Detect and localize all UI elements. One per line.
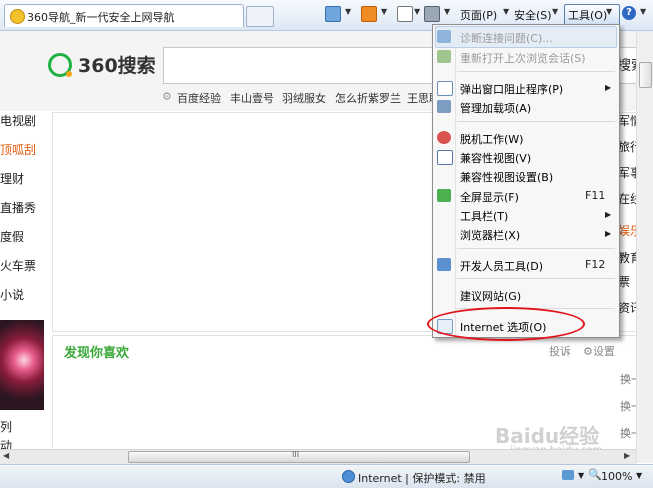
globe-icon bbox=[342, 470, 355, 483]
menu-separator bbox=[457, 71, 615, 72]
left-nav-item[interactable]: 直播秀 bbox=[0, 199, 36, 216]
logo-text: 360搜索 bbox=[78, 55, 156, 77]
page-dropdown-icon[interactable]: ▼ bbox=[503, 7, 509, 16]
dev-tools-icon bbox=[437, 258, 451, 271]
fullscreen-icon bbox=[437, 189, 451, 202]
submenu-arrow-icon: ▶ bbox=[605, 229, 612, 238]
menu-item-suggested-sites[interactable]: 建议网站(G) bbox=[460, 288, 521, 304]
feeds-icon[interactable] bbox=[361, 6, 377, 22]
menu-item-fullscreen[interactable]: 全屏显示(F) bbox=[460, 189, 519, 205]
safety-menu-button[interactable]: 安全(S) bbox=[514, 7, 552, 23]
gear-icon: ⚙ bbox=[162, 90, 172, 103]
mail-icon[interactable] bbox=[397, 6, 413, 22]
shortcut-f11: F11 bbox=[585, 189, 606, 202]
tools-dropdown-icon: ▼ bbox=[606, 7, 613, 16]
site-favicon-icon bbox=[10, 9, 25, 24]
popup-blocker-icon bbox=[437, 81, 453, 96]
quick-link[interactable]: 羽绒服女 bbox=[282, 90, 326, 106]
menu-item-compat-view[interactable]: 兼容性视图(V) bbox=[460, 150, 531, 166]
protected-mode-icon[interactable] bbox=[562, 470, 574, 480]
left-nav-item[interactable]: 顶呱刮 bbox=[0, 141, 36, 158]
discover-title: 发现你喜欢 bbox=[64, 346, 130, 361]
menu-item-toolbars[interactable]: 工具栏(T) bbox=[460, 208, 508, 224]
home-icon[interactable] bbox=[325, 6, 341, 22]
offline-icon bbox=[437, 131, 451, 144]
promo-image[interactable] bbox=[0, 320, 44, 410]
menu-item-work-offline[interactable]: 脱机工作(W) bbox=[460, 131, 523, 147]
left-nav-item[interactable]: 火车票 bbox=[0, 257, 36, 274]
left-nav-item[interactable]: 理财 bbox=[0, 170, 24, 187]
status-bar bbox=[0, 464, 653, 488]
new-tab-button[interactable] bbox=[246, 6, 274, 27]
feeds-dropdown-icon[interactable]: ▼ bbox=[381, 7, 387, 16]
left-nav-item[interactable]: 列 bbox=[0, 418, 12, 435]
menu-separator bbox=[457, 248, 615, 249]
menu-item-diagnose[interactable]: 诊断连接问题(C)... bbox=[460, 30, 553, 46]
left-nav-item[interactable]: 度假 bbox=[0, 228, 24, 245]
menu-item-explorer-bars[interactable]: 浏览器栏(X) bbox=[460, 227, 520, 243]
quick-link[interactable]: 怎么折紫罗兰 bbox=[335, 90, 401, 106]
tools-menu-label: 工具(O) bbox=[568, 9, 608, 22]
menu-item-popup-blocker[interactable]: 弹出窗口阻止程序(P) bbox=[460, 81, 563, 97]
menu-item-reopen-session[interactable]: 重新打开上次浏览会话(S) bbox=[460, 50, 586, 66]
menu-separator bbox=[457, 278, 615, 279]
network-diagnose-icon bbox=[437, 30, 451, 43]
left-nav-item[interactable]: 小说 bbox=[0, 286, 24, 303]
help-dropdown-icon[interactable]: ▼ bbox=[640, 7, 646, 16]
zoom-dropdown-icon[interactable]: ▼ bbox=[636, 471, 642, 480]
vertical-scroll-thumb[interactable] bbox=[639, 62, 652, 88]
zoom-level[interactable]: 100% bbox=[601, 470, 632, 483]
menu-item-dev-tools[interactable]: 开发人员工具(D) bbox=[460, 258, 543, 274]
logo-icon bbox=[48, 53, 72, 77]
security-zone[interactable]: Internet | 保护模式: 禁用 bbox=[358, 470, 486, 486]
settings-label: 设置 bbox=[592, 345, 615, 358]
tab-title: 360导航_新一代安全上网导航 bbox=[27, 11, 175, 24]
quick-link[interactable]: 丰山壹号 bbox=[230, 90, 274, 106]
scroll-left-icon[interactable]: ◀ bbox=[3, 451, 9, 460]
home-dropdown-icon[interactable]: ▼ bbox=[345, 7, 351, 16]
left-nav-item[interactable]: 电视剧 bbox=[0, 112, 36, 129]
scroll-right-icon[interactable]: ▶ bbox=[624, 451, 630, 460]
print-icon[interactable] bbox=[424, 6, 440, 22]
addons-icon bbox=[437, 100, 451, 113]
mail-dropdown-icon[interactable]: ▼ bbox=[414, 7, 420, 16]
settings-link[interactable]: ⚙设置 bbox=[583, 343, 615, 359]
scroll-grip: III bbox=[292, 450, 300, 459]
highlight-annotation bbox=[427, 307, 585, 341]
submenu-arrow-icon: ▶ bbox=[605, 210, 612, 219]
help-icon[interactable]: ? bbox=[622, 6, 636, 20]
shortcut-f12: F12 bbox=[585, 258, 606, 271]
reopen-session-icon bbox=[437, 50, 451, 63]
safety-dropdown-icon[interactable]: ▼ bbox=[552, 7, 558, 16]
zoom-icon[interactable]: 🔍 bbox=[588, 468, 602, 481]
print-dropdown-icon[interactable]: ▼ bbox=[444, 7, 450, 16]
menu-gutter bbox=[455, 26, 456, 336]
browser-tab[interactable]: 360导航_新一代安全上网导航 bbox=[4, 4, 244, 27]
menu-item-compat-settings[interactable]: 兼容性视图设置(B) bbox=[460, 169, 553, 185]
zone-dropdown-icon[interactable]: ▼ bbox=[578, 471, 584, 480]
tools-menu: 诊断连接问题(C)... 重新打开上次浏览会话(S) 弹出窗口阻止程序(P) ▶… bbox=[432, 24, 620, 338]
submenu-arrow-icon: ▶ bbox=[605, 83, 612, 92]
compat-view-icon bbox=[437, 150, 453, 165]
menu-item-manage-addons[interactable]: 管理加载项(A) bbox=[460, 100, 531, 116]
quick-link[interactable]: 百度经验 bbox=[177, 90, 221, 106]
vertical-scrollbar[interactable] bbox=[636, 31, 653, 463]
page-menu-button[interactable]: 页面(P) bbox=[460, 7, 497, 23]
report-link[interactable]: 投诉 bbox=[549, 343, 571, 359]
menu-separator bbox=[457, 121, 615, 122]
